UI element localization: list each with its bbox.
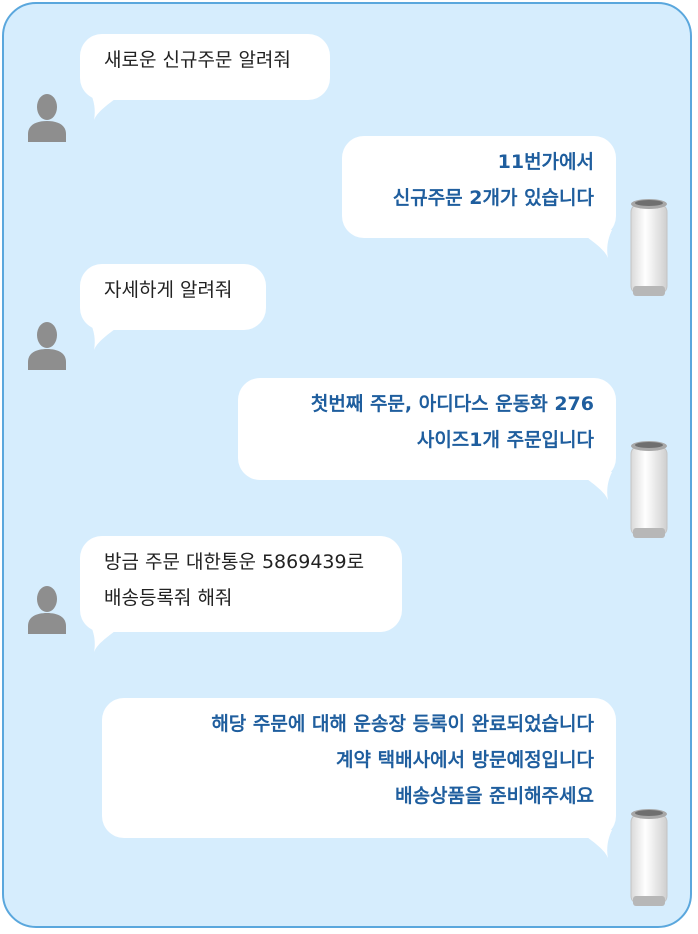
user-silhouette-icon [28,586,66,634]
bubble-tail [90,92,124,120]
user-message-bubble: 새로운 신규주문 알려줘 [80,34,330,100]
bot-message-bubble: 11번가에서 신규주문 2개가 있습니다 [342,136,616,238]
user-silhouette-icon [28,94,66,142]
bubble-tail [90,624,124,652]
user-message-bubble: 자세하게 알려줘 [80,264,266,330]
message-line: 신규주문 2개가 있습니다 [392,187,594,209]
user-message-bubble: 방금 주문 대한통운 5869439로 배송등록줘 해줘 [80,536,402,632]
bubble-tail [90,322,124,350]
message-line: 자세하게 알려줘 [104,279,233,301]
bubble-tail [578,230,612,258]
message-line: 사이즈1개 주문입니다 [416,429,594,451]
chat-frame: 새로운 신규주문 알려줘 11번가에서 신규주문 2개가 있습니다 자세하게 알… [2,2,692,928]
bubble-tail [578,830,612,858]
message-line: 새로운 신규주문 알려줘 [104,49,291,71]
air-purifier-device-icon [630,441,668,538]
air-purifier-device-icon [630,199,668,296]
message-line: 방금 주문 대한통운 5869439로 [104,551,365,573]
message-line: 배송등록줘 해줘 [104,587,233,609]
message-line: 배송상품을 준비해주세요 [395,785,594,807]
bubble-tail [578,472,612,500]
bot-message-bubble: 해당 주문에 대해 운송장 등록이 완료되었습니다 계약 택배사에서 방문예정입… [102,698,616,838]
message-line: 해당 주문에 대해 운송장 등록이 완료되었습니다 [211,713,594,735]
message-line: 계약 택배사에서 방문예정입니다 [336,749,594,771]
user-silhouette-icon [28,322,66,370]
bot-message-bubble: 첫번째 주문, 아디다스 운동화 276 사이즈1개 주문입니다 [238,378,616,480]
message-line: 첫번째 주문, 아디다스 운동화 276 [310,393,594,415]
air-purifier-device-icon [630,809,668,906]
message-line: 11번가에서 [497,151,594,173]
